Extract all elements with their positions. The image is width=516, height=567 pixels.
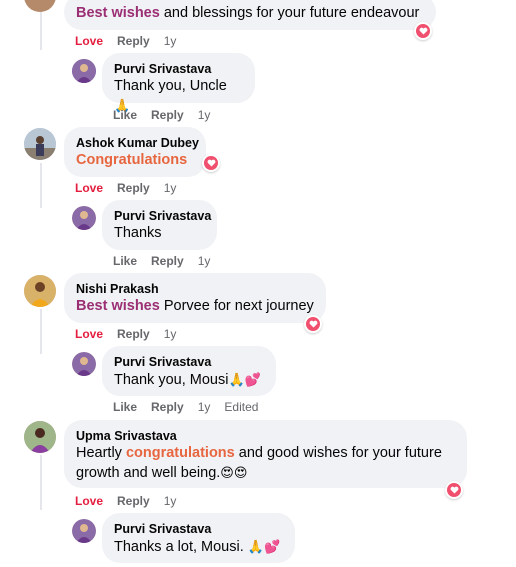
comment-actions: Love Reply 1y [75,326,176,342]
reply-actions: Like Reply 1y [113,107,210,123]
thread-line [40,309,42,354]
commenter-avatar[interactable] [24,421,56,453]
comment-highlight[interactable]: Best wishes [76,298,160,314]
comment-author[interactable]: Ashok Kumar Dubey [76,135,199,151]
reply-bubble: Purvi Srivastava Thank you, Mousi🙏💕 [102,346,276,396]
like-button[interactable]: Like [113,253,137,269]
commenter-avatar[interactable] [24,0,56,12]
avatar-image [72,352,96,376]
heart-icon [309,320,317,328]
comment-actions: Love Reply 1y [75,33,176,49]
avatar-image [72,519,96,543]
reply-avatar[interactable] [72,59,96,83]
timestamp[interactable]: 1y [164,180,177,196]
commenter-avatar[interactable] [24,275,56,307]
love-reaction-badge[interactable] [304,315,322,333]
love-button[interactable]: Love [75,493,103,509]
reply-button[interactable]: Reply [117,33,150,49]
reply-author[interactable]: Purvi Srivastava [114,521,283,537]
comment-highlight[interactable]: congratulations [126,445,235,461]
reply-bubble: Purvi Srivastava Thanks [102,200,217,250]
reply-author[interactable]: Purvi Srivastava [114,354,264,370]
comment-highlight[interactable]: Best wishes [76,5,160,21]
comment-text: Porvee for next journey [159,298,314,314]
reply-text: Thanks a lot, Mousi. [114,539,248,555]
reply-author[interactable]: Purvi Srivastava [114,61,243,77]
love-reaction-badge[interactable] [445,481,463,499]
like-button[interactable]: Like [113,399,137,415]
comment-text-line2: growth and well being. [76,465,221,481]
reply-emoji: 🙏💕 [228,372,261,387]
love-reaction-badge[interactable] [414,22,432,40]
timestamp[interactable]: 1y [164,33,177,49]
comment-text: and blessings for your future endeavour [159,5,420,21]
edited-label: Edited [224,400,259,414]
reply-actions: Like Reply 1y Edited [113,399,258,415]
comment-bubble: Ashok Kumar Dubey Congratulations [64,127,206,177]
reply-button[interactable]: Reply [117,493,150,509]
timestamp[interactable]: 1y [198,107,211,123]
reply-text: Thank you, Mousi [114,372,229,388]
avatar-image [72,59,96,83]
heart-icon [450,486,458,494]
commenter-avatar[interactable] [24,128,56,160]
comment-bubble: Upma Srivastava Heartly congratulations … [64,420,467,488]
reply-button[interactable]: Reply [117,326,150,342]
reply-bubble: Purvi Srivastava Thank you, Uncle🙏 [102,53,255,113]
reply-button[interactable]: Reply [117,180,150,196]
avatar-image [24,421,56,453]
reply-bubble: Purvi Srivastava Thanks a lot, Mousi. 🙏💕 [102,513,295,563]
timestamp[interactable]: 1y [198,253,211,269]
love-button[interactable]: Love [75,33,103,49]
comment-bubble: Nishi Prakash Best wishes Porvee for nex… [64,273,326,323]
timestamp[interactable]: 1y [164,493,177,509]
reply-button[interactable]: Reply [151,253,184,269]
love-button[interactable]: Love [75,326,103,342]
reply-avatar[interactable] [72,352,96,376]
reply-author[interactable]: Purvi Srivastava [114,208,211,224]
timestamp[interactable]: 1y [164,326,177,342]
reply-actions: Like Reply 1y [113,253,210,269]
comment-actions: Love Reply 1y [75,493,176,509]
avatar-image [24,275,56,307]
reply-button[interactable]: Reply [151,399,184,415]
avatar-image [72,206,96,230]
timestamp[interactable]: 1y [198,399,211,415]
comment-bubble: Best wishes and blessings for your futur… [64,0,436,30]
thread-line [40,455,42,510]
reply-avatar[interactable] [72,206,96,230]
comment-highlight[interactable]: Congratulations [76,152,187,168]
reply-avatar[interactable] [72,519,96,543]
reply-text: Thanks [114,225,162,241]
thread-line [40,163,42,208]
reply-text: Thank you, Uncle [114,78,227,94]
comment-actions: Love Reply 1y [75,180,176,196]
heart-icon [419,27,427,35]
comment-author[interactable]: Nishi Prakash [76,281,314,297]
comment-author[interactable]: Upma Srivastava [76,428,455,444]
comment-emoji: 😍😍 [220,465,248,480]
love-reaction-badge[interactable] [202,154,220,172]
comment-text: and good wishes for your future [234,445,442,461]
like-button[interactable]: Like [113,107,137,123]
reply-button[interactable]: Reply [151,107,184,123]
comment-text: Heartly [76,445,126,461]
heart-icon [207,159,215,167]
reply-emoji: 🙏💕 [247,539,281,554]
love-button[interactable]: Love [75,180,103,196]
avatar-image [24,128,56,160]
